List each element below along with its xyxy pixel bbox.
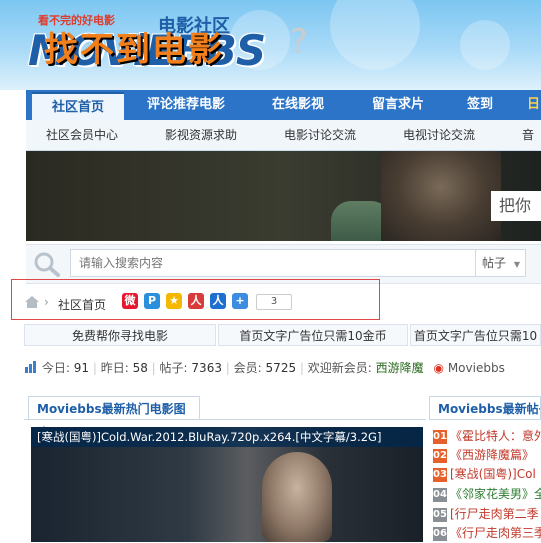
post-title[interactable]: [行尸走肉第二季 bbox=[450, 507, 539, 521]
nav-reviews[interactable]: 评论推荐电影 bbox=[138, 90, 234, 120]
list-item[interactable]: 06 《行尸走肉第三季 bbox=[433, 524, 541, 542]
welcome-label: 欢迎新会员: bbox=[307, 361, 372, 375]
qzone-share-icon[interactable]: P bbox=[144, 293, 160, 309]
new-member-link[interactable]: 西游降魔 bbox=[376, 361, 424, 375]
post-title[interactable]: 《西游降魔篇》 bbox=[450, 448, 534, 462]
rank-badge: 04 bbox=[433, 487, 447, 502]
banner-headline: 找不到电影 bbox=[44, 30, 224, 70]
post-title[interactable]: 《霍比特人：意外 bbox=[450, 429, 541, 443]
members-label: 会员: bbox=[233, 361, 262, 375]
qq-share-icon[interactable]: ★ bbox=[166, 293, 182, 309]
rank-badge: 05 bbox=[433, 507, 447, 522]
list-item[interactable]: 03 [寒战(国粤)]Col bbox=[433, 465, 541, 483]
yesterday-label: 昨日: bbox=[100, 361, 129, 375]
breadcrumb-separator-icon: › bbox=[44, 295, 49, 309]
home-icon[interactable] bbox=[24, 295, 40, 309]
chevron-down-icon: ▼ bbox=[513, 260, 520, 269]
weibo-icon[interactable]: ◉ bbox=[434, 361, 444, 375]
movie-photo-figure bbox=[262, 452, 332, 542]
list-item[interactable]: 01 《霍比特人：意外 bbox=[433, 427, 541, 445]
list-item[interactable]: 05 [行尸走肉第二季 bbox=[433, 505, 541, 523]
ad-link-text-ad-1[interactable]: 首页文字广告位只需10金币 bbox=[218, 324, 408, 346]
baidu-share-icon[interactable]: 人 bbox=[210, 293, 226, 309]
posts-label: 帖子: bbox=[159, 361, 188, 375]
banner-figure bbox=[381, 151, 501, 241]
search-type-select[interactable]: 帖子 ▼ bbox=[476, 249, 526, 277]
ad-link-find-movie[interactable]: 免费帮你寻找电影 bbox=[24, 324, 216, 346]
members-count: 5725 bbox=[265, 361, 297, 375]
share-count: 3 bbox=[256, 294, 292, 310]
ad-link-text-ad-2[interactable]: 首页文字广告位只需10 bbox=[410, 324, 541, 346]
decor-bubble bbox=[330, 0, 420, 70]
subnav-tv-discuss[interactable]: 电视讨论交流 bbox=[403, 120, 475, 150]
post-title[interactable]: [寒战(国粤)]Col bbox=[450, 467, 536, 481]
nav-request[interactable]: 留言求片 bbox=[358, 90, 438, 120]
rank-badge: 01 bbox=[433, 429, 447, 444]
rank-badge: 02 bbox=[433, 448, 447, 463]
stats-chart-icon bbox=[25, 361, 36, 373]
subnav-member-center[interactable]: 社区会员中心 bbox=[46, 120, 118, 150]
banner-side-text: 把你 bbox=[491, 191, 541, 221]
movie-photo-caption[interactable]: [寒战(国粤)]Cold.War.2012.BluRay.720p.x264.[… bbox=[31, 427, 423, 447]
subnav-movie-discuss[interactable]: 电影讨论交流 bbox=[284, 120, 356, 150]
post-title[interactable]: 《行尸走肉第三季 bbox=[450, 526, 541, 540]
rank-badge: 03 bbox=[433, 467, 447, 482]
more-share-icon[interactable]: + bbox=[232, 293, 248, 309]
nav-home[interactable]: 社区首页 bbox=[32, 92, 124, 122]
ad-banner[interactable]: 把你 bbox=[26, 151, 541, 241]
nav-signin[interactable]: 签到 bbox=[456, 90, 504, 120]
main-nav: 社区首页 评论推荐电影 在线影视 留言求片 签到 日 bbox=[26, 90, 541, 122]
sub-nav: 社区会员中心 影视资源求助 电影讨论交流 电视讨论交流 音乐 bbox=[26, 120, 541, 151]
subnav-music[interactable]: 音乐 bbox=[522, 120, 541, 150]
left-panel-title[interactable]: Moviebbs最新热门电影图片 bbox=[28, 396, 200, 440]
decor-bubble bbox=[460, 20, 510, 70]
search-icon[interactable] bbox=[32, 250, 62, 278]
renren-share-icon[interactable]: 人 bbox=[188, 293, 204, 309]
nav-online[interactable]: 在线影视 bbox=[256, 90, 340, 120]
today-count: 91 bbox=[73, 361, 89, 375]
yesterday-count: 58 bbox=[132, 361, 148, 375]
search-input[interactable] bbox=[70, 249, 476, 277]
nav-more[interactable]: 日 bbox=[526, 90, 541, 120]
search-type-label: 帖子 bbox=[482, 256, 507, 270]
breadcrumb-home[interactable]: 社区首页 bbox=[58, 296, 106, 313]
rank-badge: 06 bbox=[433, 526, 447, 541]
subnav-resource-help[interactable]: 影视资源求助 bbox=[165, 120, 237, 150]
posts-count: 7363 bbox=[191, 361, 222, 375]
forum-stats: 今日: 91 | 昨日: 58 | 帖子: 7363 | 会员: 5725 | … bbox=[24, 359, 541, 377]
list-item[interactable]: 02 《西游降魔篇》 bbox=[433, 446, 541, 464]
list-item[interactable]: 04 《邻家花美男》全 bbox=[433, 485, 541, 503]
right-panel-title[interactable]: Moviebbs最新帖子 bbox=[429, 396, 541, 420]
post-title[interactable]: 《邻家花美男》全 bbox=[450, 487, 541, 501]
today-label: 今日: bbox=[41, 361, 70, 375]
weibo-share-icon[interactable]: 微 bbox=[122, 293, 138, 309]
weibo-account-link[interactable]: Moviebbs bbox=[448, 361, 505, 375]
banner-question-mark: ? bbox=[290, 22, 309, 62]
